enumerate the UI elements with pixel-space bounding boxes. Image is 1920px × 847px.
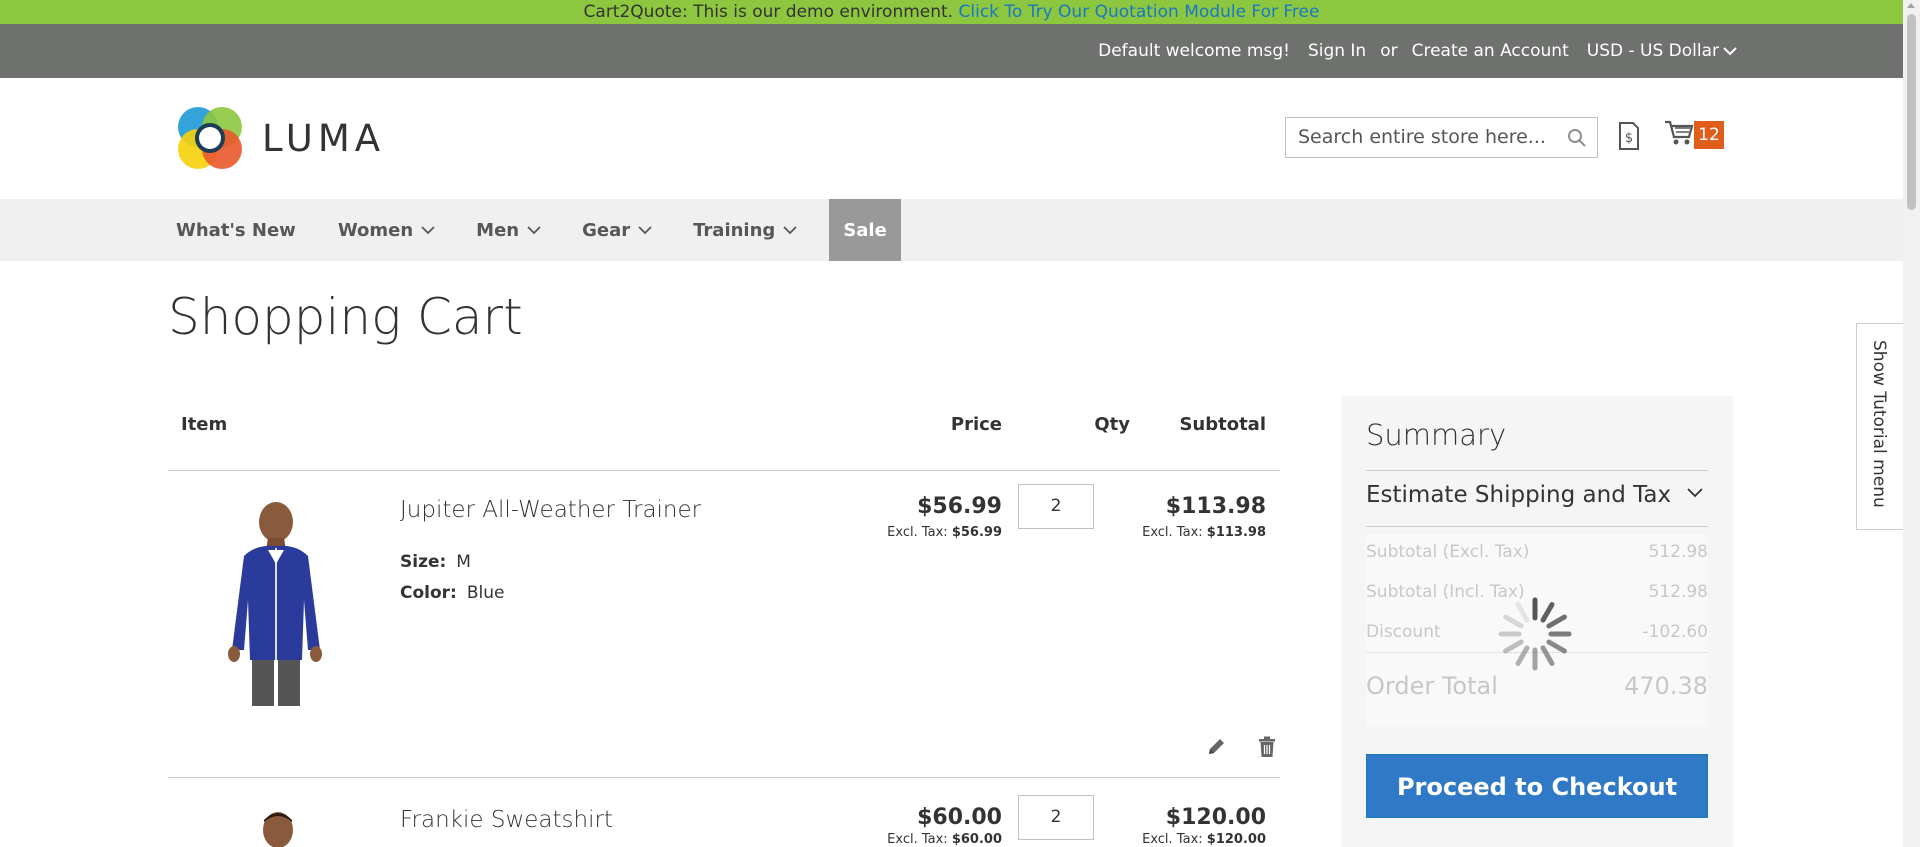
currency-label: USD - US Dollar — [1586, 41, 1719, 61]
nav-label: Training — [693, 219, 776, 241]
summary-divider — [1366, 526, 1708, 527]
estimate-shipping-toggle[interactable]: Estimate Shipping and Tax — [1366, 482, 1671, 508]
page-title: Shopping Cart — [168, 288, 523, 346]
chevron-down-icon — [421, 225, 435, 234]
main-nav: What's New Women Men Gear Training Sale — [0, 199, 1903, 261]
nav-label: Sale — [843, 219, 887, 241]
chevron-down-icon — [527, 225, 541, 234]
nav-gear[interactable]: Gear — [573, 199, 661, 261]
excl-tax-label: Excl. Tax: — [1142, 832, 1203, 847]
item-subtotal-excl: Excl. Tax: $113.98 — [1098, 525, 1266, 540]
excl-tax-value: $120.00 — [1206, 832, 1266, 847]
luma-logo-icon — [178, 107, 242, 169]
quote-icon[interactable]: $ — [1617, 121, 1641, 151]
nav-men[interactable]: Men — [467, 199, 550, 261]
item-price-excl: Excl. Tax: $60.00 — [828, 832, 1002, 847]
product-option: Size: M — [400, 552, 471, 572]
quotation-module-link[interactable]: Click To Try Our Quotation Module For Fr… — [959, 2, 1320, 22]
item-price: $56.99 — [917, 494, 1002, 519]
item-subtotal-excl: Excl. Tax: $120.00 — [1098, 832, 1266, 847]
product-image[interactable] — [216, 500, 336, 706]
header-divider — [168, 470, 1280, 471]
product-name-link[interactable]: Frankie Sweatshirt — [400, 807, 613, 833]
or-separator: or — [1380, 41, 1398, 61]
nav-training[interactable]: Training — [684, 199, 806, 261]
item-subtotal: $120.00 — [1165, 805, 1266, 830]
demo-banner-text: Cart2Quote: This is our demo environment… — [583, 2, 959, 22]
loading-spinner-icon — [1498, 597, 1572, 671]
top-bar: Default welcome msg! Sign In or Create a… — [0, 24, 1903, 78]
nav-whats-new[interactable]: What's New — [168, 199, 305, 261]
nav-women[interactable]: Women — [329, 199, 444, 261]
search-input[interactable]: Search entire store here... — [1285, 117, 1598, 158]
qty-input[interactable]: 2 — [1018, 795, 1094, 840]
logo-text: LUMA — [262, 116, 386, 160]
column-header-item: Item — [181, 414, 228, 435]
welcome-message: Default welcome msg! — [1098, 41, 1290, 61]
qty-input[interactable]: 2 — [1018, 484, 1094, 529]
excl-tax-label: Excl. Tax: — [1142, 525, 1203, 540]
nav-label: What's New — [176, 219, 296, 241]
excl-tax-value: $60.00 — [951, 832, 1002, 847]
chevron-down-icon — [638, 225, 652, 234]
sign-in-link[interactable]: Sign In — [1308, 41, 1366, 61]
header: LUMA Search entire store here... $ 12 — [0, 78, 1903, 199]
product-option: Color: Blue — [400, 583, 504, 603]
row-divider — [168, 777, 1280, 778]
logo[interactable]: LUMA — [176, 105, 385, 171]
scrollbar-thumb[interactable] — [1907, 14, 1916, 210]
page-scrollbar[interactable] — [1903, 0, 1920, 847]
cart-icon[interactable] — [1664, 119, 1694, 147]
column-header-price: Price — [950, 414, 1002, 435]
chevron-down-icon[interactable] — [1687, 488, 1703, 498]
option-value: M — [456, 552, 471, 572]
cart-count-badge[interactable]: 12 — [1694, 121, 1724, 149]
currency-switcher[interactable]: USD - US Dollar — [1587, 41, 1737, 61]
column-header-subtotal: Subtotal — [1179, 414, 1266, 435]
excl-tax-label: Excl. Tax: — [887, 832, 948, 847]
summary-title: Summary — [1366, 418, 1507, 452]
item-price: $60.00 — [917, 805, 1002, 830]
top-links: Default welcome msg! Sign In or Create a… — [1098, 24, 1737, 78]
product-image[interactable] — [248, 808, 308, 847]
create-account-link[interactable]: Create an Account — [1412, 41, 1569, 61]
option-label: Size: — [400, 552, 447, 572]
show-tutorial-menu-tab[interactable]: Show Tutorial menu — [1856, 323, 1903, 530]
excl-tax-value: $113.98 — [1206, 525, 1266, 540]
nav-label: Men — [476, 219, 520, 241]
demo-banner: Cart2Quote: This is our demo environment… — [0, 0, 1903, 24]
column-header-qty: Qty — [1094, 414, 1130, 435]
scroll-up-arrow-icon[interactable] — [1907, 3, 1915, 8]
search-icon[interactable] — [1567, 128, 1587, 148]
chevron-down-icon — [783, 225, 797, 234]
excl-tax-label: Excl. Tax: — [887, 525, 948, 540]
option-value: Blue — [466, 583, 505, 603]
item-subtotal: $113.98 — [1165, 494, 1266, 519]
tutorial-label: Show Tutorial menu — [1869, 340, 1889, 508]
trash-icon[interactable] — [1258, 736, 1276, 758]
nav-label: Gear — [582, 219, 631, 241]
nav-label: Women — [337, 219, 414, 241]
option-label: Color: — [400, 583, 457, 603]
product-name-link[interactable]: Jupiter All-Weather Trainer — [400, 497, 701, 523]
chevron-down-icon — [1723, 47, 1737, 56]
svg-text:$: $ — [1625, 131, 1633, 146]
edit-icon[interactable] — [1206, 737, 1226, 757]
nav-sale[interactable]: Sale — [829, 199, 901, 261]
summary-divider — [1366, 470, 1708, 471]
search-placeholder: Search entire store here... — [1298, 126, 1546, 148]
item-price-excl: Excl. Tax: $56.99 — [828, 525, 1002, 540]
proceed-to-checkout-button[interactable]: Proceed to Checkout — [1366, 754, 1708, 818]
excl-tax-value: $56.99 — [951, 525, 1002, 540]
